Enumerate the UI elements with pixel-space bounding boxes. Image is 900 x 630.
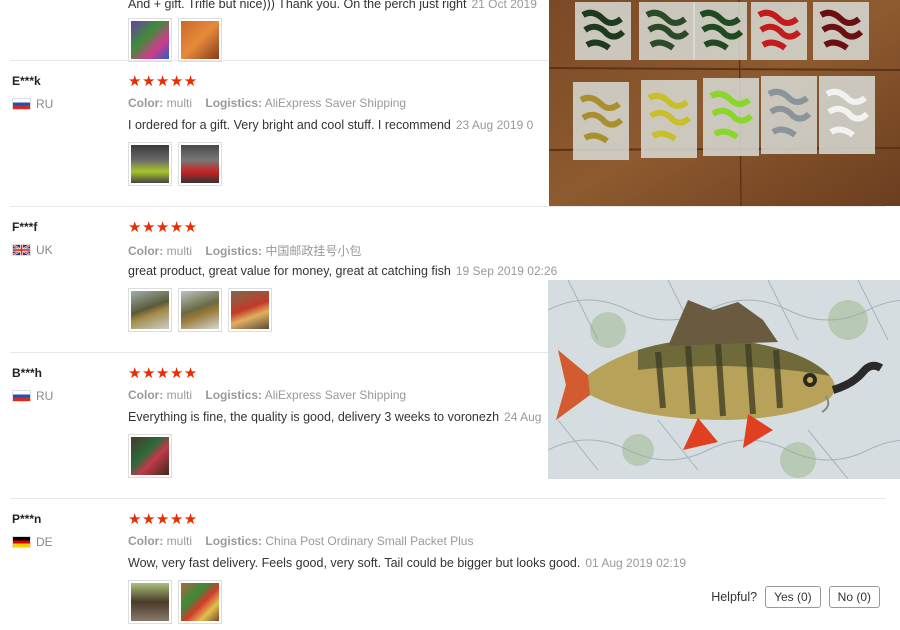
- reviewer-country: RU: [12, 97, 53, 111]
- reviewer-country: RU: [12, 389, 53, 403]
- helpful-no-button[interactable]: No (0): [828, 586, 880, 608]
- review-photo-thumb[interactable]: [128, 580, 172, 624]
- reviewer-name: P***n: [12, 512, 42, 526]
- flag-ru-icon: [12, 390, 31, 402]
- review-photo-thumb[interactable]: [178, 580, 222, 624]
- divider: [10, 206, 886, 207]
- flag-ru-icon: [12, 98, 31, 110]
- helpful-label: Helpful?: [711, 590, 758, 604]
- flag-uk-icon: [12, 244, 31, 256]
- rating-stars: ★★★★★: [128, 73, 198, 90]
- reviewer-country: DE: [12, 535, 53, 549]
- reviewer-name: F***f: [12, 220, 38, 234]
- divider: [10, 498, 886, 499]
- flag-de-icon: [12, 536, 31, 548]
- perch-fish-image: [548, 280, 900, 479]
- review-thumbs: [128, 288, 272, 332]
- rating-stars: ★★★★★: [128, 365, 198, 382]
- review-text: I ordered for a gift. Very bright and co…: [128, 118, 534, 132]
- rating-stars: ★★★★★: [128, 511, 198, 528]
- review-meta: Color: multi Logistics: AliExpress Saver…: [128, 388, 407, 402]
- review-photo-thumb[interactable]: [128, 18, 172, 62]
- review-photo-thumb[interactable]: [228, 288, 272, 332]
- review-text-top: And + gift. Trifle but nice))) Thank you…: [128, 0, 537, 11]
- review-photo-thumb[interactable]: [128, 142, 172, 186]
- reviewer-name: B***h: [12, 366, 43, 380]
- review-thumbs: [128, 142, 222, 186]
- reviewer-name: E***k: [12, 74, 41, 88]
- review-photo-thumb[interactable]: [178, 142, 222, 186]
- review-thumbs: [128, 434, 172, 478]
- review-photo-thumb[interactable]: [178, 288, 222, 332]
- review-photo-thumb[interactable]: [128, 288, 172, 332]
- helpful-yes-button[interactable]: Yes (0): [765, 586, 821, 608]
- review-meta: Color: multi Logistics: AliExpress Saver…: [128, 96, 407, 110]
- review-thumbs: [128, 580, 222, 624]
- rating-stars: ★★★★★: [128, 219, 198, 236]
- review-photo-perch[interactable]: [548, 280, 900, 479]
- review-text: great product, great value for money, gr…: [128, 264, 558, 278]
- review-meta: Color: multi Logistics: China Post Ordin…: [128, 534, 474, 548]
- review-photo-lure-bags[interactable]: [549, 0, 900, 206]
- review-photo-thumb[interactable]: [178, 18, 222, 62]
- helpful-vote: Helpful? Yes (0) No (0): [711, 586, 880, 608]
- review-text: Wow, very fast delivery. Feels good, ver…: [128, 556, 687, 570]
- lure-bags-image: [549, 0, 900, 206]
- review-photo-thumb[interactable]: [128, 434, 172, 478]
- review-thumbs-top: [128, 18, 222, 62]
- review-meta: Color: multi Logistics: 中国邮政挂号小包: [128, 244, 362, 258]
- review-text: Everything is fine, the quality is good,…: [128, 410, 542, 424]
- reviewer-country: UK: [12, 243, 53, 257]
